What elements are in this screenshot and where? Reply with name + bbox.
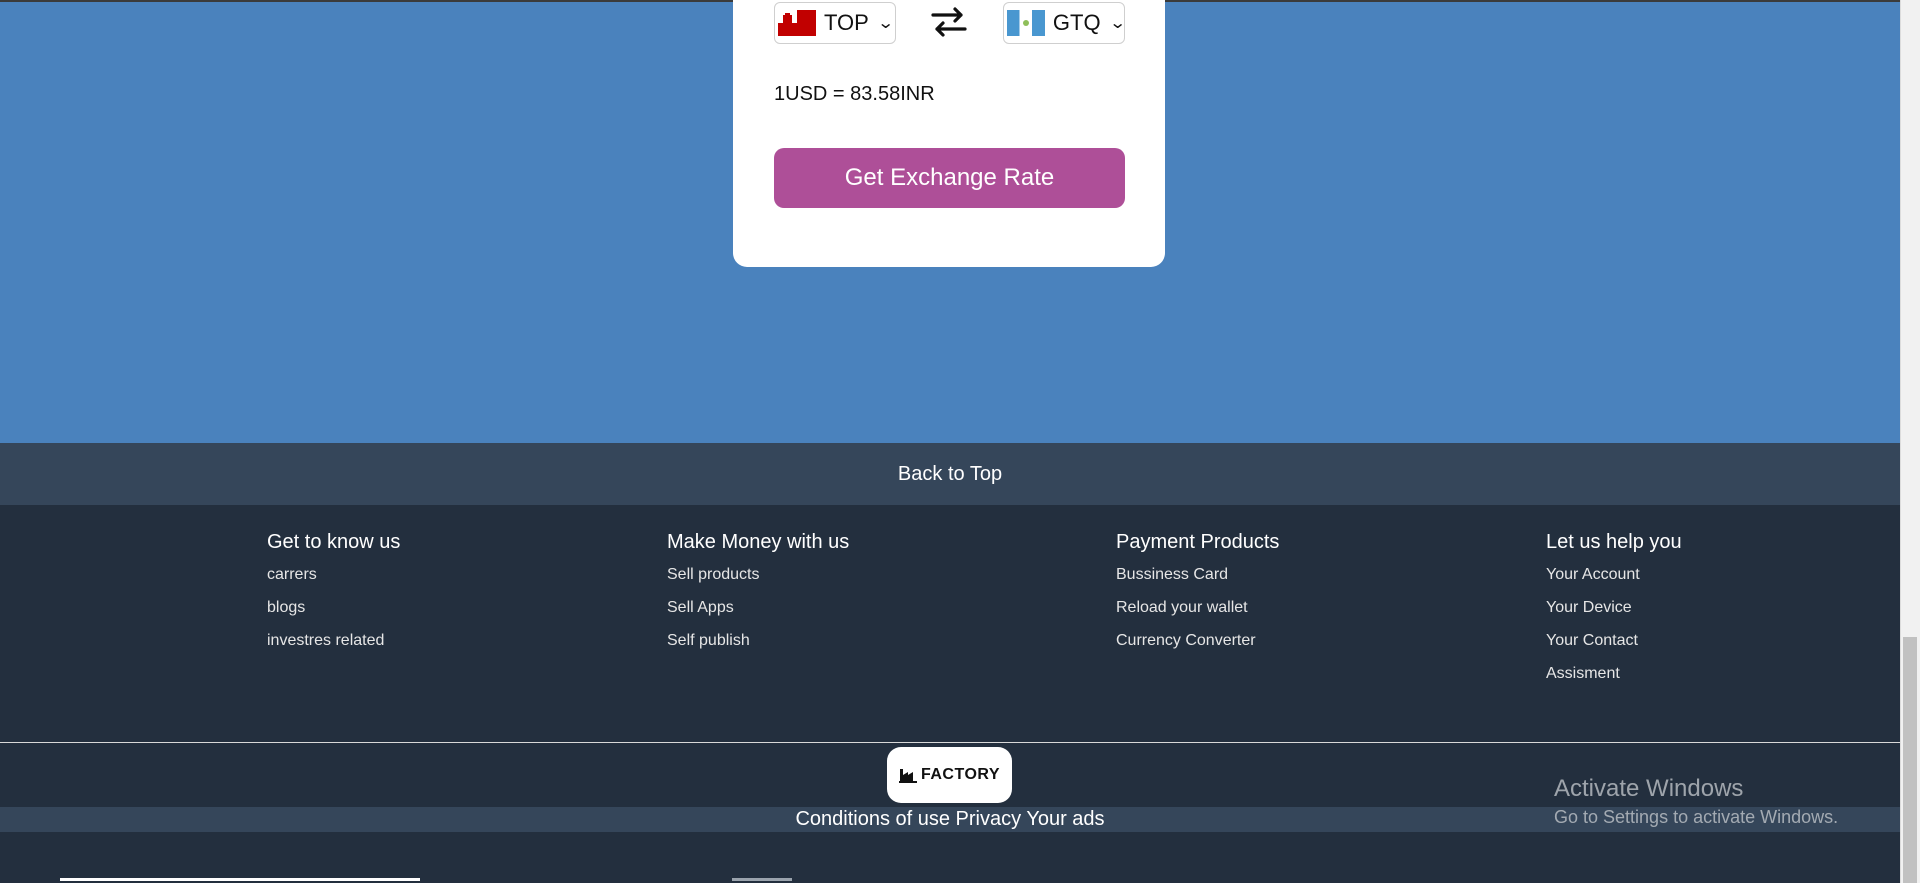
- footer-column-get-to-know-us: Get to know us carrers blogs investres r…: [267, 531, 400, 663]
- from-currency-select[interactable]: TOP ⌄: [774, 2, 896, 44]
- bottom-edge-indicator: [60, 878, 420, 881]
- footer-link-your-contact[interactable]: Your Contact: [1546, 630, 1682, 651]
- factory-icon: [898, 769, 917, 783]
- chevron-down-icon: ⌄: [1108, 15, 1127, 32]
- from-currency-code: TOP: [824, 10, 869, 35]
- footer: Get to know us carrers blogs investres r…: [0, 505, 1900, 883]
- footer-link-currency-converter[interactable]: Currency Converter: [1116, 630, 1279, 651]
- footer-link-assisment[interactable]: Assisment: [1546, 663, 1682, 684]
- footer-column-title: Make Money with us: [667, 531, 850, 553]
- footer-link-carrers[interactable]: carrers: [267, 564, 400, 585]
- logo-text: FACTORY: [920, 766, 1001, 783]
- footer-column-make-money: Make Money with us Sell products Sell Ap…: [667, 531, 849, 663]
- back-to-top-link[interactable]: Back to Top: [0, 443, 1900, 505]
- tonga-flag-icon: [778, 10, 816, 36]
- footer-column-title: Let us help you: [1546, 531, 1682, 553]
- activate-windows-watermark: Activate Windows Go to Settings to activ…: [1554, 775, 1838, 828]
- footer-link-sell-apps[interactable]: Sell Apps: [667, 597, 849, 618]
- chevron-down-icon: ⌄: [876, 15, 895, 32]
- footer-link-reload-wallet[interactable]: Reload your wallet: [1116, 597, 1279, 618]
- footer-link-sell-products[interactable]: Sell products: [667, 564, 849, 585]
- footer-link-self-publish[interactable]: Self publish: [667, 630, 849, 651]
- footer-column-let-us-help-you: Let us help you Your Account Your Device…: [1546, 531, 1682, 696]
- watermark-title: Activate Windows: [1554, 775, 1744, 802]
- guatemala-flag-icon: [1007, 10, 1045, 36]
- footer-divider: [0, 742, 1900, 743]
- footer-link-your-device[interactable]: Your Device: [1546, 597, 1682, 618]
- footer-link-your-account[interactable]: Your Account: [1546, 564, 1682, 585]
- footer-link-blogs[interactable]: blogs: [267, 597, 400, 618]
- footer-column-title: Payment Products: [1116, 531, 1280, 553]
- to-currency-select[interactable]: GTQ ⌄: [1003, 2, 1127, 44]
- footer-column-title: Get to know us: [267, 531, 401, 553]
- footer-link-investres-related[interactable]: investres related: [267, 630, 400, 651]
- converter-card: TOP ⌄ GTQ ⌄ 1USD = 83.58INR Get Exchange…: [733, 0, 1165, 267]
- to-currency-code: GTQ: [1052, 10, 1101, 35]
- watermark-subtitle: Go to Settings to activate Windows.: [1554, 807, 1839, 827]
- scrollbar-thumb[interactable]: [1903, 637, 1917, 883]
- bottom-edge-indicator: [732, 878, 792, 881]
- footer-column-payment-products: Payment Products Bussiness Card Reload y…: [1116, 531, 1279, 663]
- swap-icon[interactable]: [927, 4, 971, 40]
- exchange-rate-text: 1USD = 83.58INR: [774, 83, 935, 105]
- footer-link-bussiness-card[interactable]: Bussiness Card: [1116, 564, 1279, 585]
- get-exchange-rate-button[interactable]: Get Exchange Rate: [774, 148, 1125, 208]
- factory-logo[interactable]: FACTORY: [887, 747, 1012, 803]
